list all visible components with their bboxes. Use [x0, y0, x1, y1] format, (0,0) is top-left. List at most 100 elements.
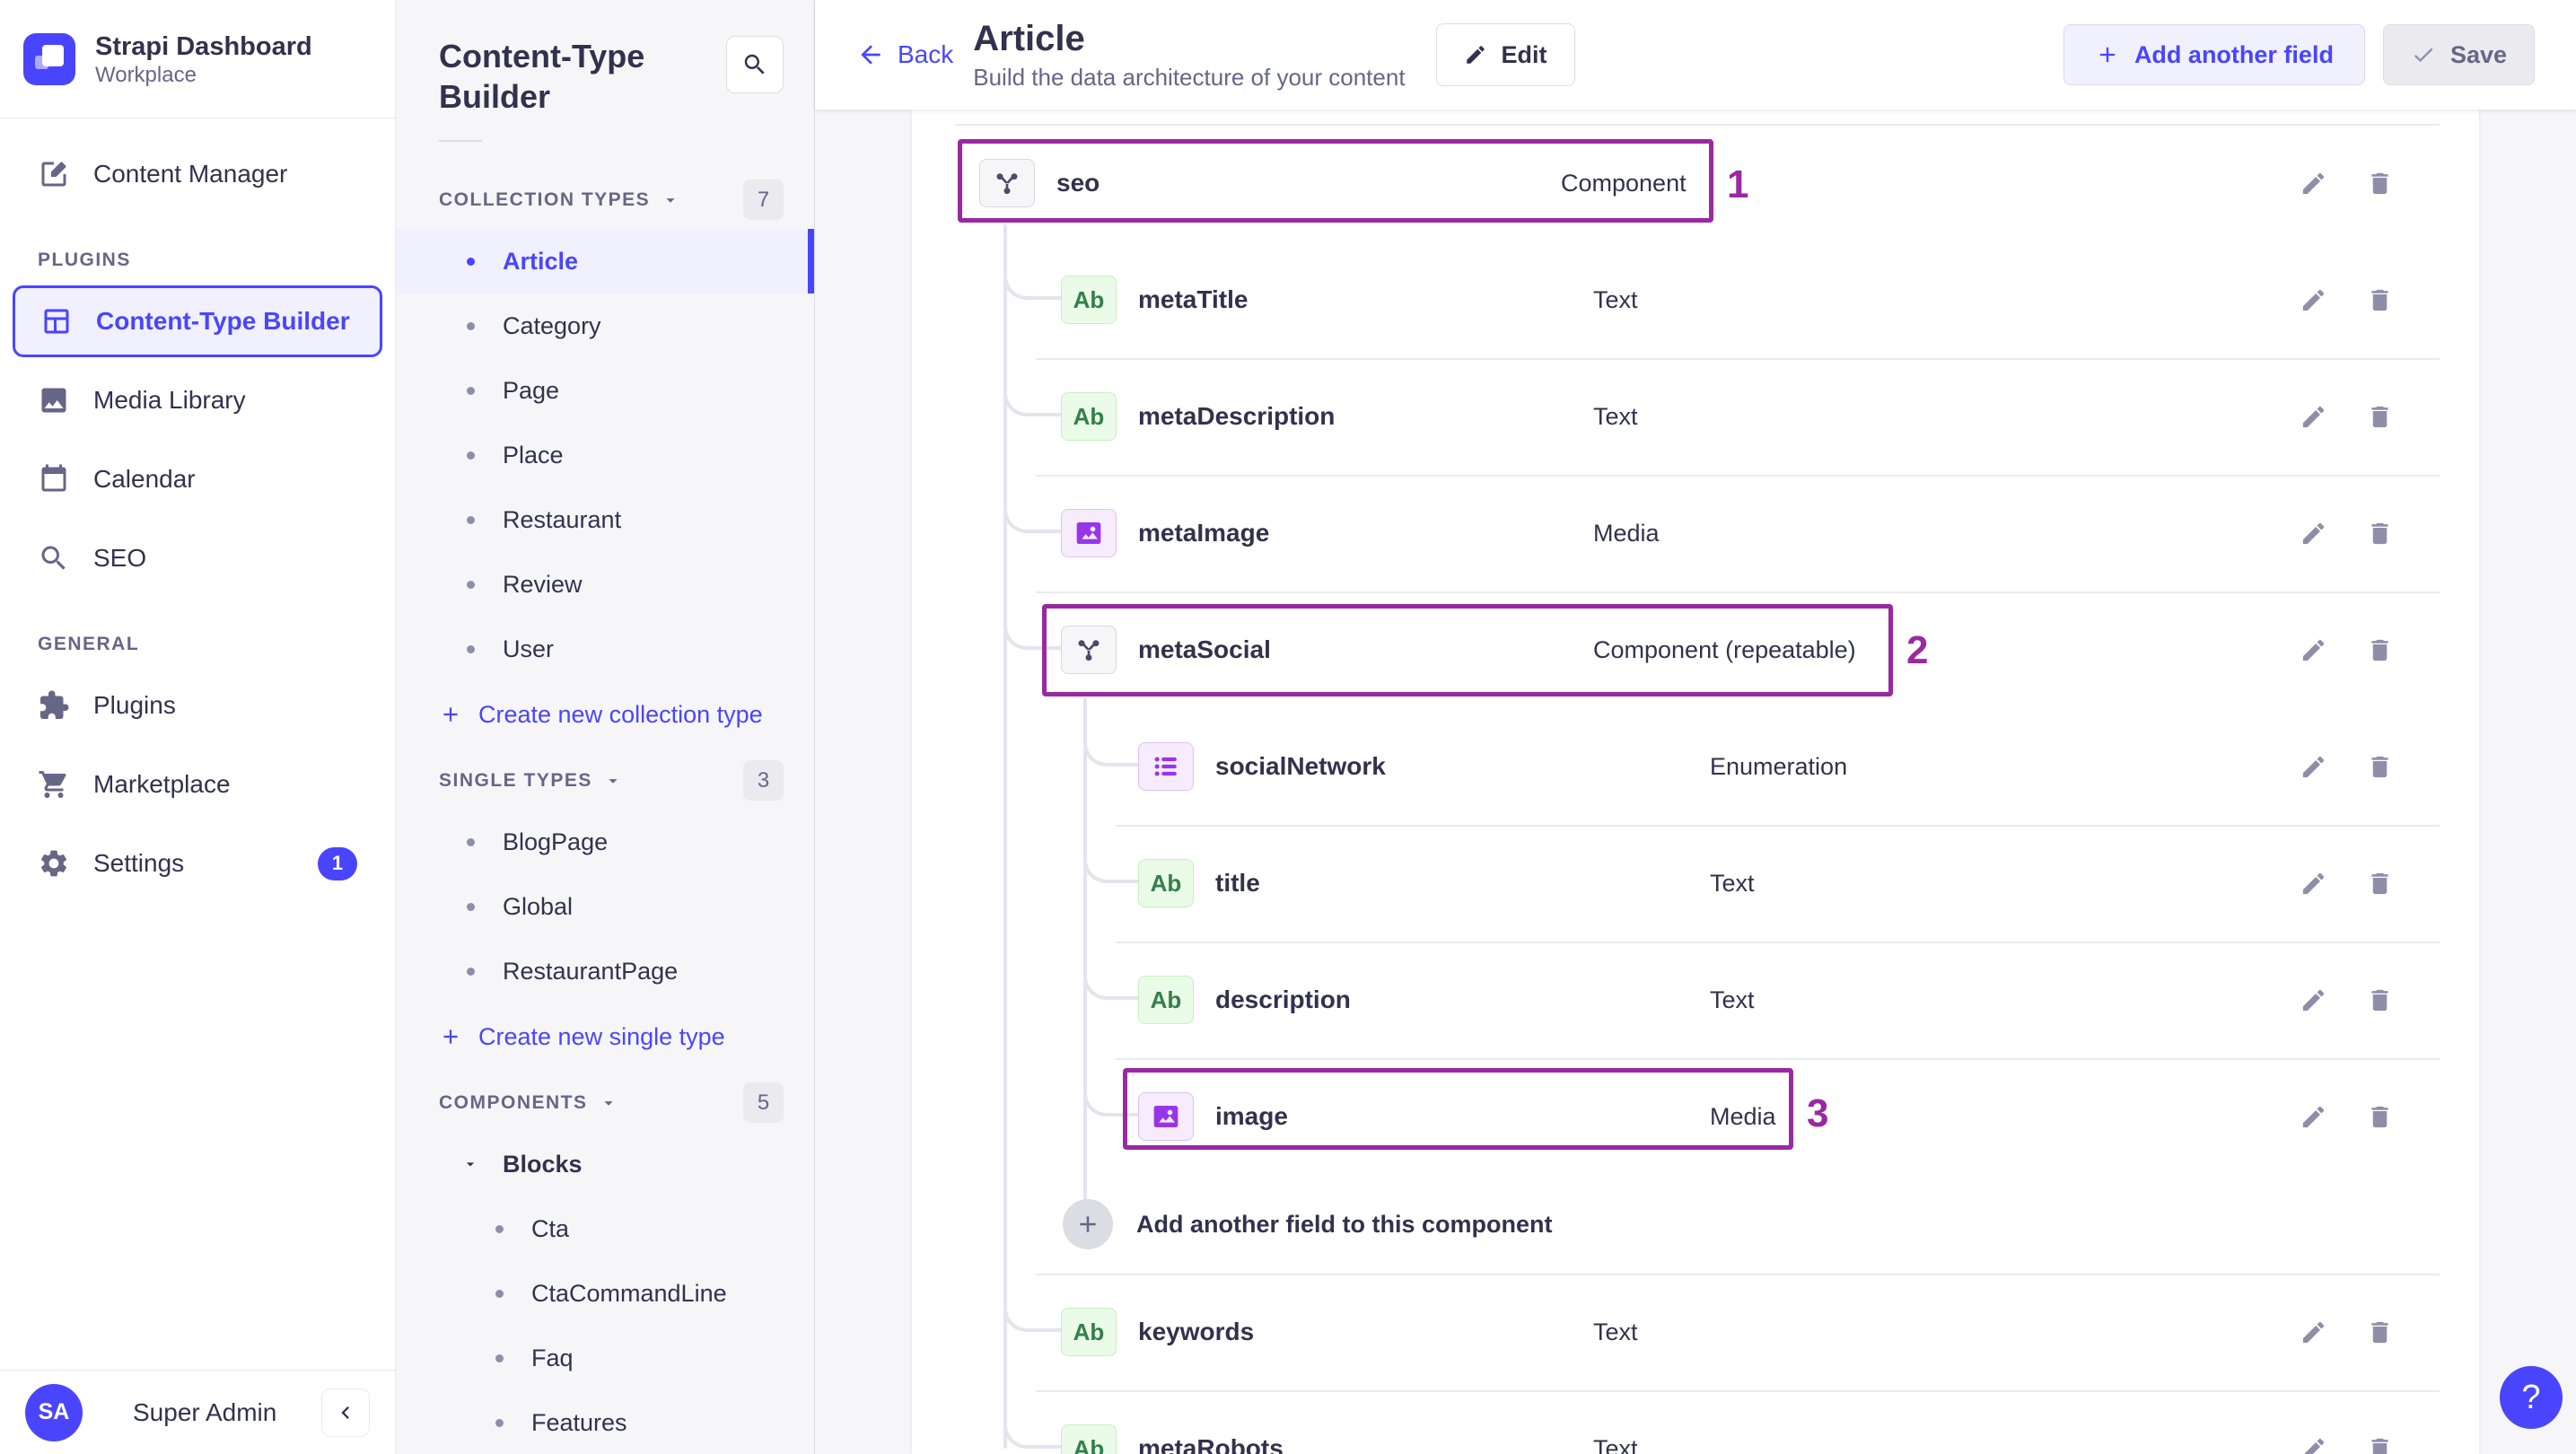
edit-field-button[interactable] [2291, 745, 2335, 788]
sidebar-item-ctacommandline[interactable]: CtaCommandLine [396, 1261, 814, 1326]
pencil-icon [2302, 756, 2324, 777]
delete-field-button[interactable] [2358, 628, 2401, 671]
text-field-icon: Ab [1061, 1308, 1117, 1356]
help-button[interactable]: ? [2500, 1366, 2563, 1429]
single-types-header[interactable]: SINGLE TYPES 3 [396, 760, 814, 801]
bullet-icon [467, 967, 475, 976]
text-field-icon: Ab [1138, 859, 1194, 907]
chevron-left-icon [341, 1406, 349, 1419]
text-field-icon: Ab [1061, 276, 1117, 324]
pencil-icon [2302, 989, 2324, 1011]
sidebar-item-plugins[interactable]: Plugins [13, 670, 382, 741]
edit-field-button[interactable] [2291, 162, 2335, 205]
bullet-icon [467, 580, 475, 589]
title-block: Article Build the data architecture of y… [973, 19, 1405, 92]
plus-icon [443, 1029, 458, 1044]
sidebar-item-settings[interactable]: Settings 1 [13, 828, 382, 899]
sidebar-item-article[interactable]: Article [396, 229, 814, 293]
workspace-title: Strapi Dashboard [95, 31, 312, 61]
field-type: Component [1561, 169, 1687, 197]
sidebar-item-content-manager[interactable]: Content Manager [13, 138, 382, 210]
sidebar-item-category[interactable]: Category [396, 293, 814, 358]
delete-field-button[interactable] [2358, 862, 2401, 905]
fields-table: seo Component Ab metaTitle Text Ab metaD… [912, 109, 2479, 1454]
bullet-icon [467, 644, 475, 653]
search-icon [41, 546, 66, 570]
edit-field-button[interactable] [2291, 278, 2335, 321]
table-row-title: Ab title Text [912, 825, 2479, 942]
edit-field-button[interactable] [2291, 628, 2335, 671]
bullet-icon [467, 451, 475, 460]
field-type: Media [1710, 1102, 1776, 1130]
sidebar-item-restaurantpage[interactable]: RestaurantPage [396, 939, 814, 1003]
pencil-icon [2302, 1106, 2324, 1127]
plus-icon [2099, 47, 2116, 63]
delete-field-button[interactable] [2358, 978, 2401, 1021]
components-header[interactable]: COMPONENTS 5 [396, 1082, 814, 1123]
edit-field-button[interactable] [2291, 1095, 2335, 1138]
table-row-keywords: Ab keywords Text [912, 1274, 2479, 1390]
edit-field-button[interactable] [2291, 395, 2335, 438]
avatar[interactable]: SA [25, 1383, 83, 1441]
brand-header: Strapi Dashboard Workplace [0, 0, 395, 118]
delete-field-button[interactable] [2358, 1310, 2401, 1353]
collapse-sidebar-button[interactable] [321, 1388, 370, 1437]
table-row-metarobots: Ab metaRobots Text [912, 1390, 2479, 1454]
bullet-icon [467, 386, 475, 395]
sidebar-item-blogpage[interactable]: BlogPage [396, 810, 814, 874]
edit-field-button[interactable] [2291, 862, 2335, 905]
annotation-number-3: 3 [1807, 1091, 1829, 1135]
sidebar-item-faq[interactable]: Faq [396, 1326, 814, 1390]
pencil-icon [2302, 406, 2324, 427]
back-link[interactable]: Back [856, 40, 953, 69]
sidebar-item-global[interactable]: Global [396, 874, 814, 939]
delete-field-button[interactable] [2358, 162, 2401, 205]
sidebar-item-content-type-builder[interactable]: Content-Type Builder [13, 285, 382, 357]
add-field-label[interactable]: Add another field to this component [1136, 1211, 1552, 1239]
delete-field-button[interactable] [2358, 395, 2401, 438]
component-field-icon [1061, 626, 1117, 674]
edit-field-button[interactable] [2291, 1310, 2335, 1353]
delete-field-button[interactable] [2358, 1427, 2401, 1454]
sidebar-item-review[interactable]: Review [396, 552, 814, 617]
edit-field-button[interactable] [2291, 512, 2335, 555]
sidebar-item-calendar[interactable]: Calendar [13, 443, 382, 515]
field-name: title [1215, 869, 1260, 897]
edit-button[interactable]: Edit [1435, 23, 1575, 86]
delete-field-button[interactable] [2358, 745, 2401, 788]
sidebar-item-user[interactable]: User [396, 617, 814, 681]
sidebar-item-seo[interactable]: SEO [13, 522, 382, 594]
trash-icon [2370, 406, 2388, 427]
delete-field-button[interactable] [2358, 512, 2401, 555]
field-name: image [1215, 1102, 1288, 1130]
add-field-to-component-button[interactable] [1063, 1199, 1113, 1249]
table-row-socialnetwork: socialNetwork Enumeration [912, 708, 2479, 825]
add-another-field-button[interactable]: Add another field [2063, 24, 2365, 85]
sidebar-item-media-library[interactable]: Media Library [13, 364, 382, 436]
edit-field-button[interactable] [2291, 978, 2335, 1021]
field-name: seo [1056, 169, 1100, 197]
check-icon [2414, 48, 2433, 63]
sidebar-item-place[interactable]: Place [396, 423, 814, 487]
sidebar-item-features[interactable]: Features [396, 1390, 814, 1454]
sidebar-item-restaurant[interactable]: Restaurant [396, 487, 814, 552]
sidebar-item-cta[interactable]: Cta [396, 1196, 814, 1261]
create-single-type-link[interactable]: Create new single type [396, 1003, 814, 1070]
user-footer: SA Super Admin [0, 1370, 395, 1454]
delete-field-button[interactable] [2358, 278, 2401, 321]
save-button[interactable]: Save [2382, 24, 2535, 85]
field-name: metaTitle [1138, 285, 1249, 313]
sidebar-item-marketplace[interactable]: Marketplace [13, 749, 382, 820]
bullet-icon [495, 1418, 504, 1427]
nav-section-plugins: PLUGINS [38, 250, 131, 270]
create-collection-type-link[interactable]: Create new collection type [396, 681, 814, 748]
delete-field-button[interactable] [2358, 1095, 2401, 1138]
sidebar-item-page[interactable]: Page [396, 358, 814, 423]
gear-icon [40, 850, 67, 877]
collection-types-header[interactable]: COLLECTION TYPES 7 [396, 180, 814, 220]
edit-field-button[interactable] [2291, 1427, 2335, 1454]
text-field-icon: Ab [1138, 976, 1194, 1024]
sidebar-category-blocks[interactable]: Blocks [396, 1132, 814, 1196]
field-name: metaImage [1138, 519, 1270, 547]
search-button[interactable] [726, 36, 784, 93]
